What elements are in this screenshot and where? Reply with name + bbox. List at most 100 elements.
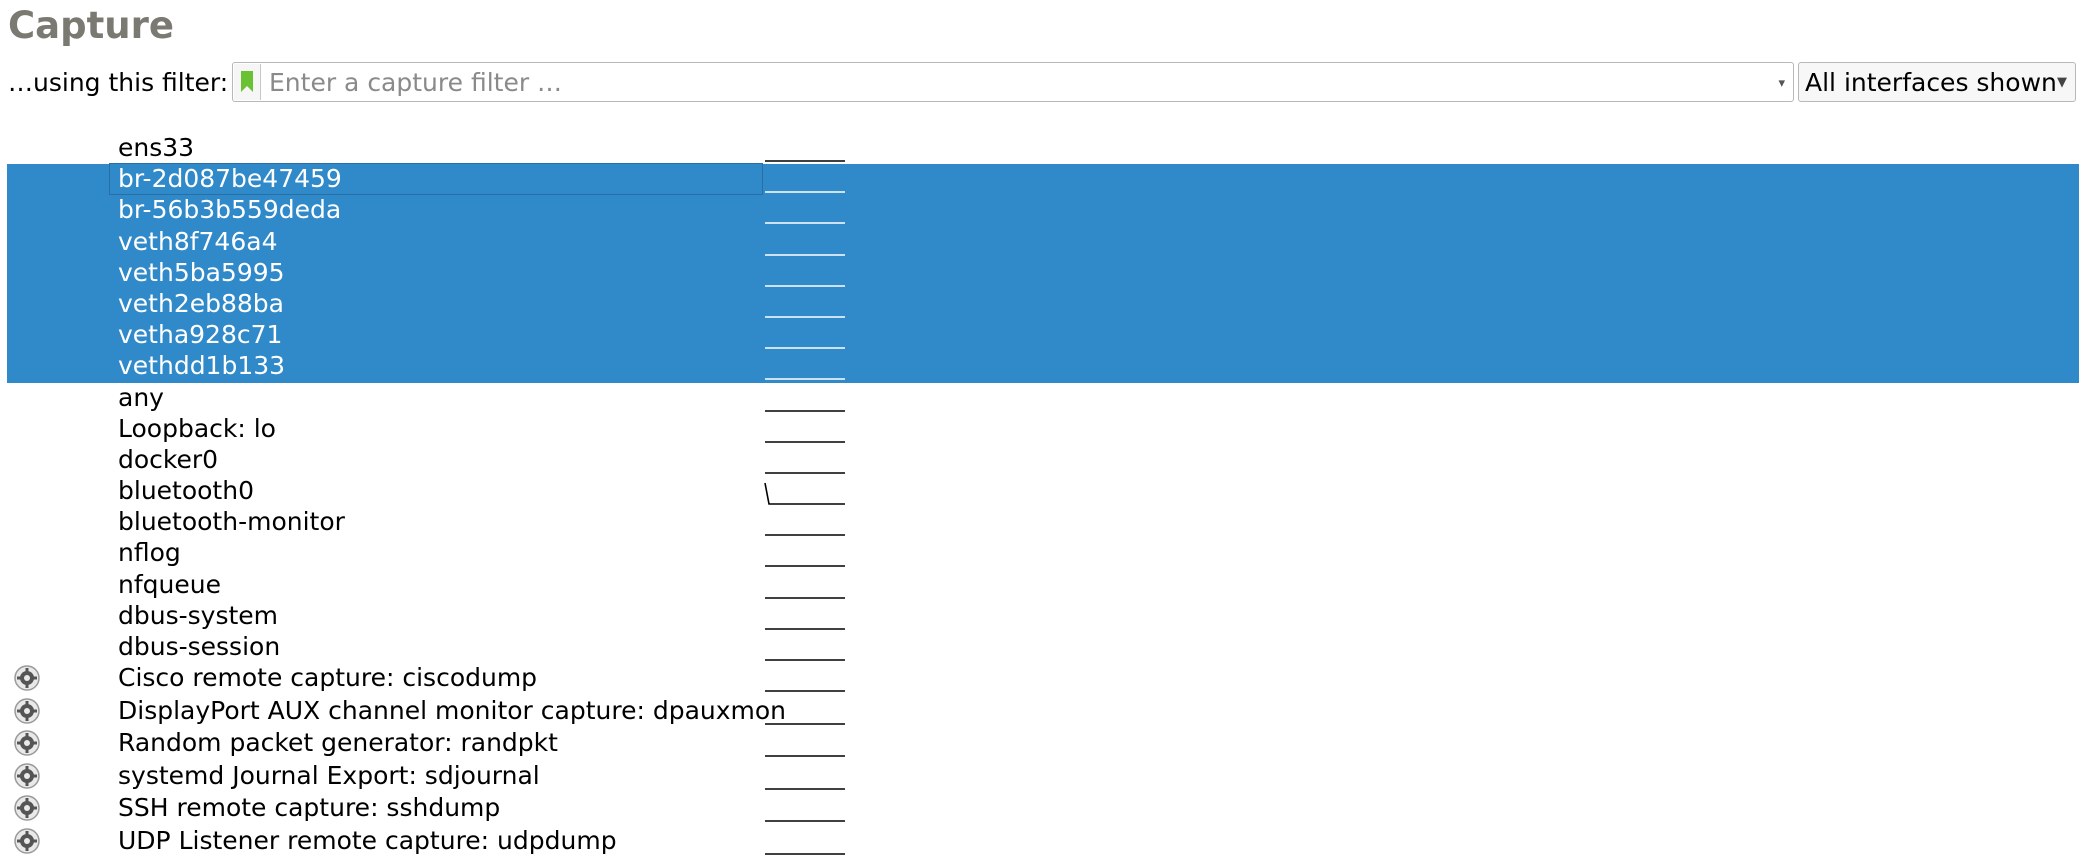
interface-name: nflog [118, 538, 181, 568]
interface-type-dropdown[interactable]: All interfaces shown ▼ [1798, 62, 2076, 102]
interface-name-cell: bluetooth-monitor [110, 507, 762, 537]
interface-name: dbus-session [118, 632, 281, 661]
capture-filter-placeholder: Enter a capture filter … [269, 68, 563, 97]
interface-row[interactable]: bluetooth-monitor [7, 507, 2079, 538]
interface-row[interactable]: nflog [7, 538, 2079, 569]
interface-name: bluetooth0 [118, 476, 254, 506]
interface-name-cell: nfqueue [110, 570, 762, 600]
interface-row[interactable]: bluetooth0 [7, 476, 2079, 507]
interface-type-dropdown-label: All interfaces shown [1805, 68, 2057, 97]
interface-row[interactable]: veth5ba5995 [7, 257, 2079, 289]
interface-row[interactable]: Cisco remote capture: ciscodump [7, 663, 2079, 696]
interface-name: ens33 [118, 133, 195, 162]
traffic-sparkline [765, 378, 845, 381]
interface-row[interactable]: dbus-session [7, 632, 2079, 663]
interface-name: bluetooth-monitor [118, 507, 345, 537]
gear-icon[interactable] [13, 697, 41, 725]
capture-filter-row: …using this filter: Enter a capture filt… [8, 62, 2078, 104]
interface-name-cell: Loopback: lo [110, 414, 762, 444]
interface-name-cell: docker0 [110, 445, 762, 475]
interface-name: veth2eb88ba [118, 288, 284, 318]
interface-row[interactable]: UDP Listener remote capture: udpdump [7, 826, 2079, 859]
interface-name-cell: nflog [110, 538, 762, 568]
gear-icon[interactable] [13, 827, 41, 855]
interface-name: docker0 [118, 444, 219, 474]
traffic-sparkline [765, 659, 845, 661]
interface-row[interactable]: SSH remote capture: sshdump [7, 793, 2079, 826]
interface-name-cell: bluetooth0 [110, 476, 762, 506]
interface-row[interactable]: vethdd1b133 [7, 351, 2079, 383]
traffic-sparkline [765, 565, 845, 568]
gear-icon[interactable] [13, 762, 41, 790]
traffic-sparkline [765, 534, 845, 537]
interface-name-cell: br-2d087be47459 [109, 163, 763, 196]
traffic-sparkline [764, 482, 845, 505]
interface-row[interactable]: DisplayPort AUX channel monitor capture:… [7, 696, 2079, 729]
interface-name: nfqueue [118, 569, 221, 599]
interface-name-cell: DisplayPort AUX channel monitor capture:… [110, 696, 786, 726]
interface-row[interactable]: any [7, 383, 2079, 414]
gear-icon[interactable] [13, 794, 41, 822]
interface-row[interactable]: br-2d087be47459 [7, 163, 2079, 196]
interface-row[interactable]: systemd Journal Export: sdjournal [7, 761, 2079, 794]
interface-row[interactable]: dbus-system [7, 601, 2079, 632]
traffic-sparkline [765, 596, 845, 599]
traffic-sparkline [765, 722, 845, 725]
interface-name-cell: dbus-system [110, 601, 762, 631]
traffic-sparkline [765, 222, 845, 225]
interface-row[interactable]: Loopback: lo [7, 414, 2079, 445]
capture-heading: Capture [8, 4, 174, 47]
interface-name: any [118, 382, 164, 412]
traffic-sparkline [765, 755, 845, 757]
interface-name-cell: veth8f746a4 [110, 227, 762, 257]
interface-list[interactable]: ens33 br-2d087be47459 br-56b3b559deda veth8… [7, 133, 2079, 858]
traffic-sparkline [765, 160, 845, 162]
interface-name: Loopback: lo [118, 413, 276, 443]
capture-filter-label: …using this filter: [8, 68, 229, 97]
interface-name: SSH remote capture: sshdump [118, 793, 501, 823]
interface-row[interactable]: veth8f746a4 [7, 226, 2079, 258]
interface-name: Cisco remote capture: ciscodump [118, 663, 538, 693]
interface-name-cell: systemd Journal Export: sdjournal [110, 761, 762, 791]
traffic-sparkline [765, 316, 845, 318]
interface-name: br-2d087be47459 [118, 164, 342, 194]
interface-name: UDP Listener remote capture: udpdump [118, 825, 617, 855]
interface-name-cell: ens33 [110, 133, 762, 163]
interface-name-cell: br-56b3b559deda [110, 195, 762, 225]
interface-row[interactable]: br-56b3b559deda [7, 195, 2079, 227]
traffic-sparkline [765, 347, 845, 349]
filter-bookmark-button[interactable] [234, 64, 261, 100]
gear-icon[interactable] [13, 664, 41, 692]
traffic-sparkline [765, 628, 845, 630]
interface-row[interactable]: Random packet generator: randpkt [7, 728, 2079, 761]
interface-name-cell: Random packet generator: randpkt [110, 728, 762, 758]
interface-name-cell: SSH remote capture: sshdump [110, 793, 762, 823]
interface-row[interactable]: vetha928c71 [7, 320, 2079, 352]
interface-row[interactable]: docker0 [7, 445, 2079, 476]
interface-name-cell: Cisco remote capture: ciscodump [110, 663, 762, 693]
interface-name: DisplayPort AUX channel monitor capture:… [118, 695, 787, 725]
interface-name: vethdd1b133 [118, 351, 286, 381]
interface-name-cell: vethdd1b133 [110, 351, 762, 381]
interface-name-cell: vetha928c71 [110, 320, 762, 350]
traffic-sparkline [765, 409, 845, 412]
interface-name-cell: any [110, 383, 762, 413]
traffic-sparkline [765, 440, 845, 443]
interface-name: systemd Journal Export: sdjournal [118, 760, 540, 790]
interface-name: Random packet generator: randpkt [118, 728, 558, 758]
interface-name: veth8f746a4 [118, 226, 278, 256]
gear-icon[interactable] [13, 729, 41, 757]
traffic-sparkline [765, 690, 845, 692]
interface-row[interactable]: nfqueue [7, 570, 2079, 601]
traffic-sparkline [765, 787, 845, 790]
interface-name: br-56b3b559deda [118, 195, 342, 225]
interface-name: vetha928c71 [118, 320, 283, 350]
filter-history-dropdown-icon[interactable]: ▾ [1778, 76, 1785, 91]
chevron-down-icon: ▼ [2057, 75, 2067, 90]
interface-row[interactable]: veth2eb88ba [7, 288, 2079, 321]
interface-name: dbus-system [118, 600, 279, 630]
interface-name-cell: UDP Listener remote capture: udpdump [110, 826, 762, 856]
interface-row[interactable]: ens33 [7, 133, 2079, 164]
capture-filter-input[interactable]: Enter a capture filter … ▾ [232, 62, 1794, 102]
traffic-sparkline [765, 820, 845, 822]
